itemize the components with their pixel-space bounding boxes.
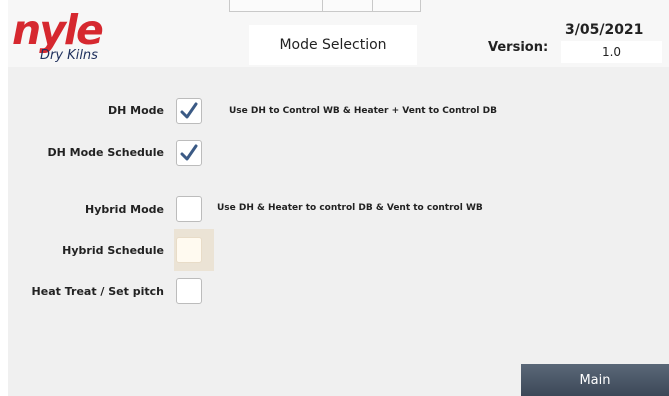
logo-text: nyle [12, 6, 104, 54]
version-value: 1.0 [561, 41, 662, 63]
screen: nyle Dry Kilns Mode Selection 3/05/2021 … [8, 0, 669, 396]
dh-mode-label: DH Mode [107, 104, 164, 117]
header: nyle Dry Kilns Mode Selection 3/05/2021 … [8, 0, 669, 67]
checkmark-icon [180, 144, 198, 161]
main-panel: DH Mode Use DH to Control WB & Heater + … [8, 67, 669, 396]
dh-mode-description: Use DH to Control WB & Heater + Vent to … [229, 106, 497, 116]
hybrid-schedule-checkbox [176, 237, 202, 263]
dh-mode-schedule-label: DH Mode Schedule [47, 146, 164, 159]
hybrid-schedule-label: Hybrid Schedule [62, 244, 164, 257]
nyle-logo: nyle Dry Kilns [8, 4, 118, 64]
dh-mode-schedule-checkbox[interactable] [176, 140, 202, 166]
version-label: Version: [488, 40, 549, 55]
logo-subtext: Dry Kilns [40, 48, 98, 63]
checkmark-icon [180, 102, 198, 119]
hybrid-mode-checkbox[interactable] [176, 196, 202, 222]
main-button[interactable]: Main [521, 364, 669, 396]
top-tab-strip[interactable] [229, 0, 421, 12]
dh-mode-checkbox[interactable] [176, 98, 202, 124]
date-display: 3/05/2021 [565, 22, 644, 38]
hybrid-mode-label: Hybrid Mode [85, 203, 164, 216]
heat-treat-label: Heat Treat / Set pitch [31, 285, 164, 298]
heat-treat-checkbox[interactable] [176, 278, 202, 304]
hybrid-mode-description: Use DH & Heater to control DB & Vent to … [217, 203, 483, 213]
page-title: Mode Selection [249, 25, 417, 65]
